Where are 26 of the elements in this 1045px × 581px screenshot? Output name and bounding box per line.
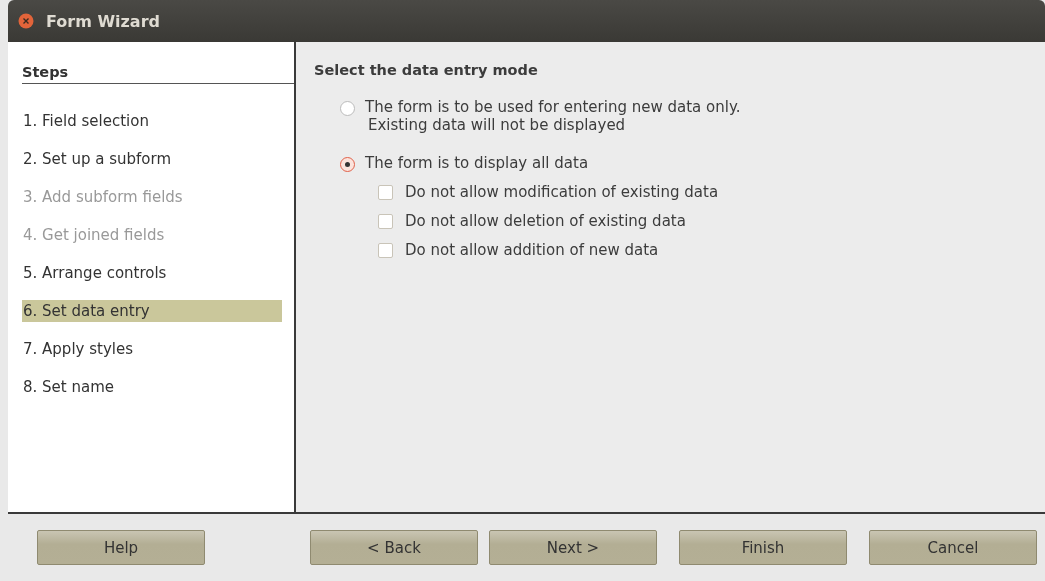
checkbox-label[interactable]: Do not allow deletion of existing data [405, 212, 686, 230]
step-item[interactable]: 6. Set data entry [22, 300, 282, 322]
checkbox-label[interactable]: Do not allow modification of existing data [405, 183, 719, 201]
checkbox-label[interactable]: Do not allow addition of new data [405, 241, 659, 259]
step-item[interactable]: 8. Set name [22, 376, 282, 398]
checkbox[interactable] [378, 242, 393, 258]
navigation-button[interactable]: Next > [489, 530, 657, 565]
step-item[interactable]: 2. Set up a subform [22, 148, 282, 170]
window-title: Form Wizard [46, 11, 160, 31]
section-heading: Select the data entry mode [314, 62, 539, 78]
checkbox[interactable] [378, 213, 393, 229]
step-item[interactable]: 7. Apply styles [22, 338, 282, 360]
help-button[interactable]: Help [37, 530, 205, 565]
step-item[interactable]: 5. Arrange controls [22, 262, 282, 284]
steps-heading: Steps [22, 64, 69, 80]
navigation-button[interactable]: < Back [310, 530, 478, 565]
option-label[interactable]: The form is to display all data [365, 154, 589, 172]
option-label[interactable]: The form is to be used for entering new data only. [365, 98, 741, 116]
finish-button[interactable]: Finish [679, 530, 847, 565]
cancel-button[interactable]: Cancel [869, 530, 1037, 565]
radio-button[interactable] [340, 101, 355, 116]
close-icon[interactable] [18, 13, 34, 29]
option-note: Existing data will not be displayed [367, 116, 627, 134]
checkbox[interactable] [378, 184, 393, 200]
step-item[interactable]: 1. Field selection [22, 110, 282, 132]
radio-button[interactable] [340, 157, 355, 172]
